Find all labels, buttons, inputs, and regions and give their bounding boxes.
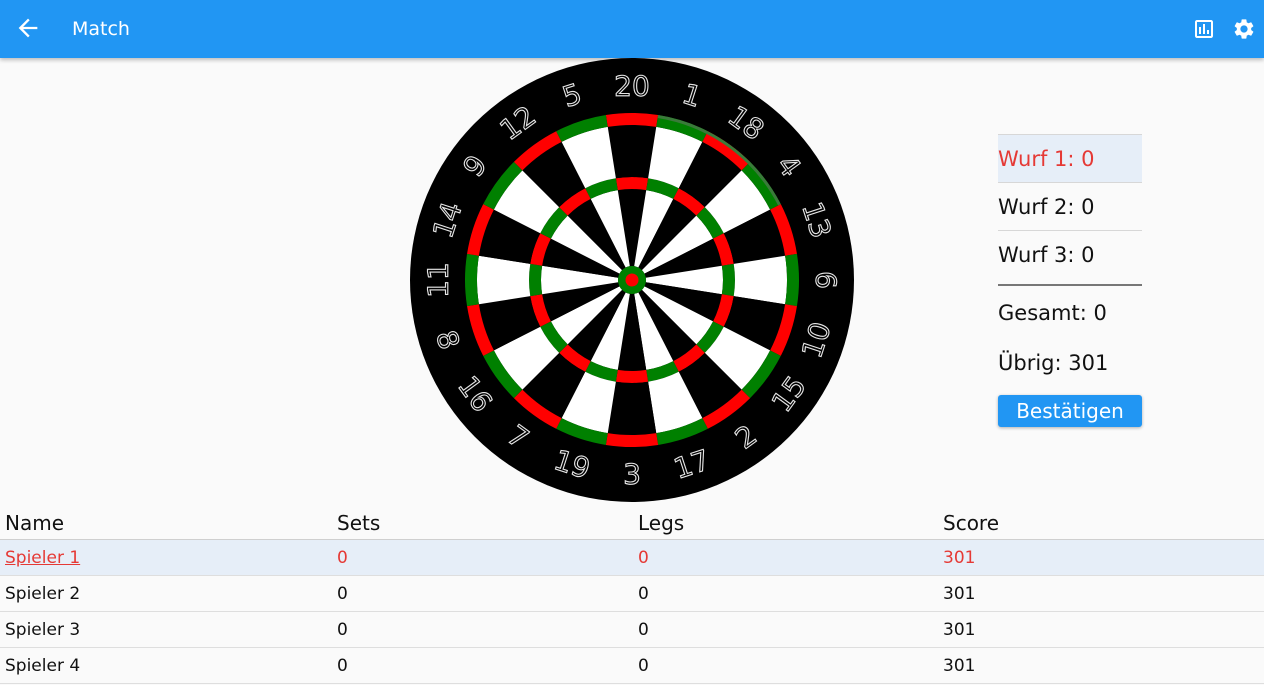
header-name: Name [5, 511, 65, 535]
table-header: Name Sets Legs Score [0, 505, 1264, 540]
outer-single-20 [607, 125, 657, 179]
player-name[interactable]: Spieler 3 [5, 612, 80, 649]
player-score: 301 [943, 656, 976, 676]
bullseye [625, 273, 639, 287]
total-label: Gesamt: 0 [998, 301, 1107, 325]
throw-2[interactable]: Wurf 2: 0 [998, 182, 1142, 230]
double-6 [785, 253, 799, 307]
triple-11 [529, 263, 543, 297]
player-name[interactable]: Spieler 4 [5, 648, 80, 685]
outer-single-6 [733, 255, 787, 305]
player-legs: 0 [638, 656, 649, 676]
header-sets: Sets [337, 511, 381, 535]
score-table: Name Sets Legs Score Spieler 1 0 0 301 S… [0, 505, 1264, 684]
player-legs: 0 [638, 548, 649, 568]
triple-6 [721, 263, 735, 297]
player-score: 301 [943, 584, 976, 604]
arrow-back-icon[interactable] [14, 14, 42, 42]
bar-chart-icon[interactable] [1192, 17, 1216, 41]
player-sets: 0 [337, 620, 348, 640]
remaining-label: Übrig: 301 [998, 351, 1109, 375]
table-row[interactable]: Spieler 2 0 0 301 [0, 576, 1264, 612]
player-sets: 0 [337, 584, 348, 604]
triple-20 [615, 177, 649, 191]
throw-panel: Wurf 1: 0 Wurf 2: 0 Wurf 3: 0 Gesamt: 0 … [998, 134, 1142, 427]
outer-single-3 [607, 381, 657, 435]
board-number: 11 [422, 262, 455, 298]
throw-3[interactable]: Wurf 3: 0 [998, 230, 1142, 278]
double-11 [465, 253, 479, 307]
board-number: 6 [810, 271, 843, 289]
player-name[interactable]: Spieler 1 [5, 540, 80, 577]
double-20 [605, 113, 659, 127]
table-row[interactable]: Spieler 1 0 0 301 [0, 540, 1264, 576]
page-title: Match [72, 18, 130, 40]
player-name[interactable]: Spieler 2 [5, 576, 80, 613]
confirm-button[interactable]: Bestätigen [998, 395, 1142, 427]
player-score: 301 [943, 620, 976, 640]
divider [998, 284, 1142, 286]
throw-1[interactable]: Wurf 1: 0 [998, 134, 1142, 182]
dartboard[interactable]: 20 11841361015217319716811149125 [405, 53, 859, 507]
gear-icon[interactable] [1232, 17, 1256, 41]
outer-single-11 [477, 255, 531, 305]
player-legs: 0 [638, 584, 649, 604]
player-legs: 0 [638, 620, 649, 640]
table-row[interactable]: Spieler 3 0 0 301 [0, 612, 1264, 648]
board-number: 3 [623, 458, 641, 491]
player-score: 301 [943, 548, 976, 568]
triple-3 [615, 369, 649, 383]
double-3 [605, 433, 659, 447]
board-number: 20 [614, 70, 650, 103]
player-sets: 0 [337, 548, 348, 568]
app-bar: Match [0, 0, 1264, 58]
player-sets: 0 [337, 656, 348, 676]
table-row[interactable]: Spieler 4 0 0 301 [0, 648, 1264, 684]
header-legs: Legs [638, 511, 685, 535]
header-score: Score [943, 511, 1000, 535]
